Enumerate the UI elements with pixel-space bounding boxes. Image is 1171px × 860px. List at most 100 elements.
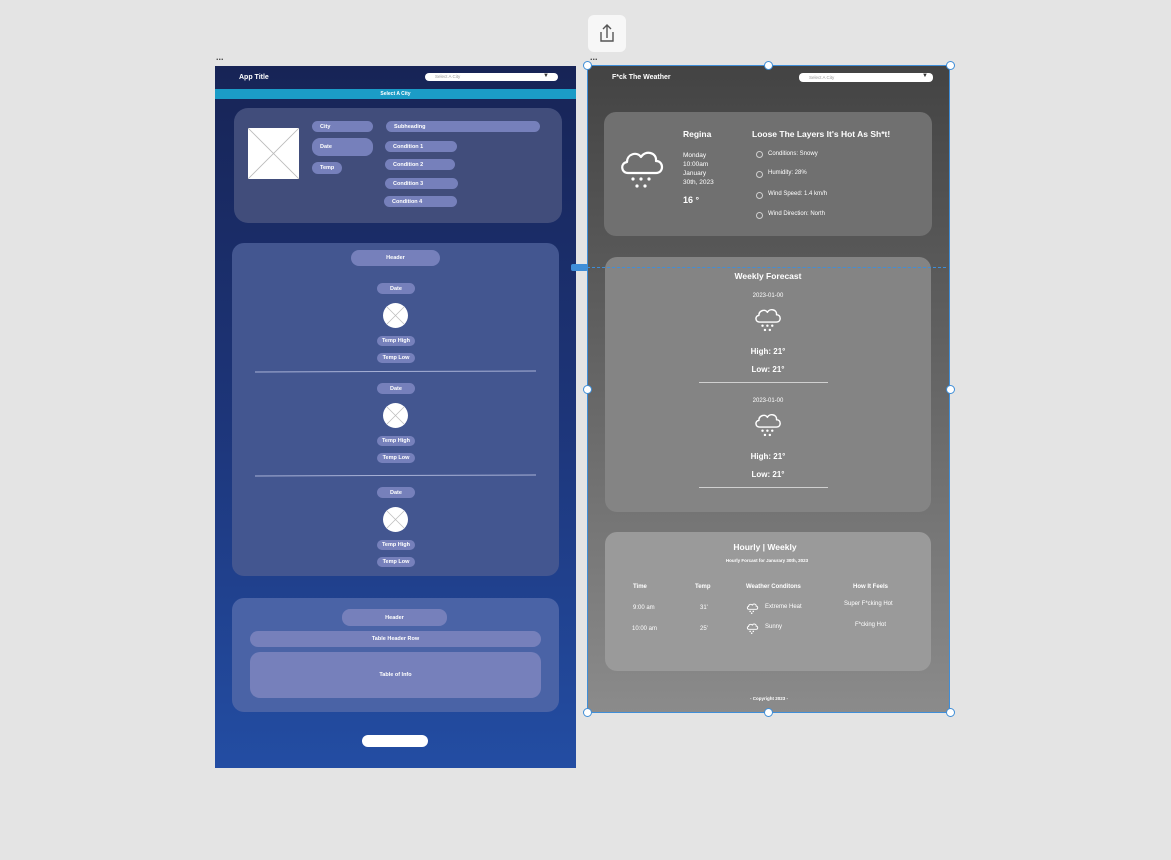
- condition-pill: Condition 2: [385, 159, 455, 170]
- forecast-date: 2023-01-00: [752, 398, 784, 404]
- forecast-date-pill: Date: [377, 383, 415, 394]
- row-feels: Super F*cking Hot: [844, 601, 893, 607]
- forecast-low: Low: 21°: [751, 470, 785, 479]
- current-time: 10:00am: [683, 161, 709, 168]
- current-weather-card: Regina Monday 10:00am January 30th, 2023…: [604, 112, 932, 236]
- wireframe-frame[interactable]: App Title Select A City ▼ Select A City …: [215, 66, 576, 768]
- guide-line: [582, 267, 946, 268]
- bullet-icon: [756, 192, 763, 199]
- forecast-date-pill: Date: [377, 283, 415, 294]
- row-feels: F*cking Hot: [855, 622, 887, 628]
- resize-handle[interactable]: [583, 385, 592, 394]
- city-select-placeholder: Select A City: [809, 74, 835, 80]
- snow-cloud-icon: [621, 151, 664, 188]
- table-card: Header Table Header Row Table of Info: [232, 598, 559, 712]
- bullet-icon: [756, 212, 763, 219]
- snow-cloud-icon: [755, 414, 781, 437]
- column-header-time: Time: [633, 584, 647, 590]
- resize-handle[interactable]: [946, 708, 955, 717]
- divider: [699, 382, 828, 383]
- forecast-high: High: 21°: [750, 452, 786, 461]
- resize-handle[interactable]: [583, 708, 592, 717]
- mockup-city-select[interactable]: Select A City ▼: [799, 73, 933, 82]
- condition-item: Conditions: Snowy: [768, 151, 818, 157]
- footer-bar[interactable]: [362, 735, 428, 747]
- app-title: App Title: [239, 74, 269, 81]
- image-placeholder: [248, 128, 299, 179]
- condition-pill: Condition 1: [385, 141, 457, 152]
- city-pill: City: [312, 121, 373, 132]
- column-header-temp: Temp: [695, 584, 711, 590]
- table-header-row: Table Header Row: [250, 631, 541, 647]
- city-select-placeholder: Select A City: [435, 74, 461, 79]
- mockup-frame[interactable]: F*ck The Weather Select A City ▼ Regina …: [588, 65, 950, 713]
- hourly-weekly-toggle[interactable]: Hourly | Weekly: [605, 542, 925, 552]
- divider: [254, 370, 537, 373]
- city-name: Regina: [683, 129, 712, 139]
- divider: [254, 474, 537, 477]
- forecast-date-pill: Date: [377, 487, 415, 498]
- resize-handle[interactable]: [583, 61, 592, 70]
- resize-handle[interactable]: [946, 61, 955, 70]
- temp-low-pill: Temp Low: [377, 453, 415, 463]
- city-select[interactable]: Select A City ▼: [425, 73, 558, 81]
- chevron-down-icon: ▼: [922, 73, 928, 79]
- bullet-icon: [756, 151, 763, 158]
- mockup-app-title: F*ck The Weather: [612, 74, 671, 81]
- hourly-subtitle: Hourly Forcast for Janurary 30th, 2023: [725, 558, 809, 563]
- share-icon: [600, 24, 614, 42]
- weekly-forecast-title: Weekly Forecast: [734, 271, 802, 281]
- resize-handle[interactable]: [764, 708, 773, 717]
- table-header-pill: Header: [342, 609, 447, 626]
- share-button[interactable]: [588, 15, 626, 52]
- resize-handle[interactable]: [764, 61, 773, 70]
- resize-handle[interactable]: [946, 385, 955, 394]
- current-weather-card: City Date Temp Subheading Condition 1 Co…: [234, 108, 562, 223]
- forecast-header-pill: Header: [351, 250, 440, 266]
- city-banner-label: Select A City: [380, 91, 411, 97]
- date-pill: Date: [312, 138, 373, 156]
- table-of-info: Table of Info: [250, 652, 541, 698]
- column-header-feels: How It Feels: [853, 584, 889, 590]
- condition-item: Wind Direction: North: [768, 211, 826, 217]
- row-time: 10:00 am: [632, 626, 658, 632]
- current-month: January: [683, 170, 707, 177]
- temp-high-pill: Temp High: [377, 436, 415, 446]
- forecast-high: High: 21°: [750, 347, 786, 356]
- temp-low-pill: Temp Low: [377, 353, 415, 363]
- snow-cloud-icon: [755, 309, 781, 332]
- guide-marker[interactable]: [571, 264, 588, 271]
- copyright: - Copyright 2023 -: [749, 696, 788, 701]
- divider: [699, 487, 828, 488]
- temp-pill: Temp: [312, 162, 342, 174]
- row-conditions: Sunny: [765, 624, 783, 630]
- forecast-image-placeholder: [383, 303, 408, 328]
- temp-high-pill: Temp High: [377, 336, 415, 346]
- current-date: 30th, 2023: [683, 179, 714, 186]
- subheading-pill: Subheading: [386, 121, 540, 132]
- current-day: Monday: [683, 152, 707, 159]
- row-temp: 25': [700, 626, 708, 632]
- condition-item: Humidity: 28%: [768, 170, 807, 176]
- frame-label-left[interactable]: ...: [216, 52, 224, 62]
- current-temp: 16 °: [683, 195, 700, 205]
- row-temp: 31': [700, 605, 708, 611]
- forecast-image-placeholder: [383, 507, 408, 532]
- row-conditions: Extreme Heat: [765, 604, 802, 610]
- condition-pill: Condition 4: [384, 196, 457, 207]
- temp-low-pill: Temp Low: [377, 557, 415, 567]
- snow-cloud-icon: [746, 623, 759, 634]
- hourly-card: Hourly | Weekly Hourly Forcast for Janur…: [605, 532, 931, 671]
- condition-item: Wind Speed: 1.4 km/h: [768, 191, 828, 197]
- forecast-image-placeholder: [383, 403, 408, 428]
- forecast-date: 2023-01-00: [752, 293, 784, 299]
- weather-headline: Loose The Layers It's Hot As Sh*t!: [752, 129, 891, 139]
- city-banner: Select A City: [215, 89, 576, 99]
- forecast-card: Header Date Temp High Temp Low Date Temp…: [232, 243, 559, 576]
- forecast-low: Low: 21°: [751, 365, 785, 374]
- chevron-down-icon: ▼: [543, 73, 549, 79]
- temp-high-pill: Temp High: [377, 540, 415, 550]
- column-header-conditions: Weather Conditons: [746, 584, 801, 590]
- snow-cloud-icon: [746, 603, 759, 614]
- frame-label-right[interactable]: ...: [590, 52, 598, 62]
